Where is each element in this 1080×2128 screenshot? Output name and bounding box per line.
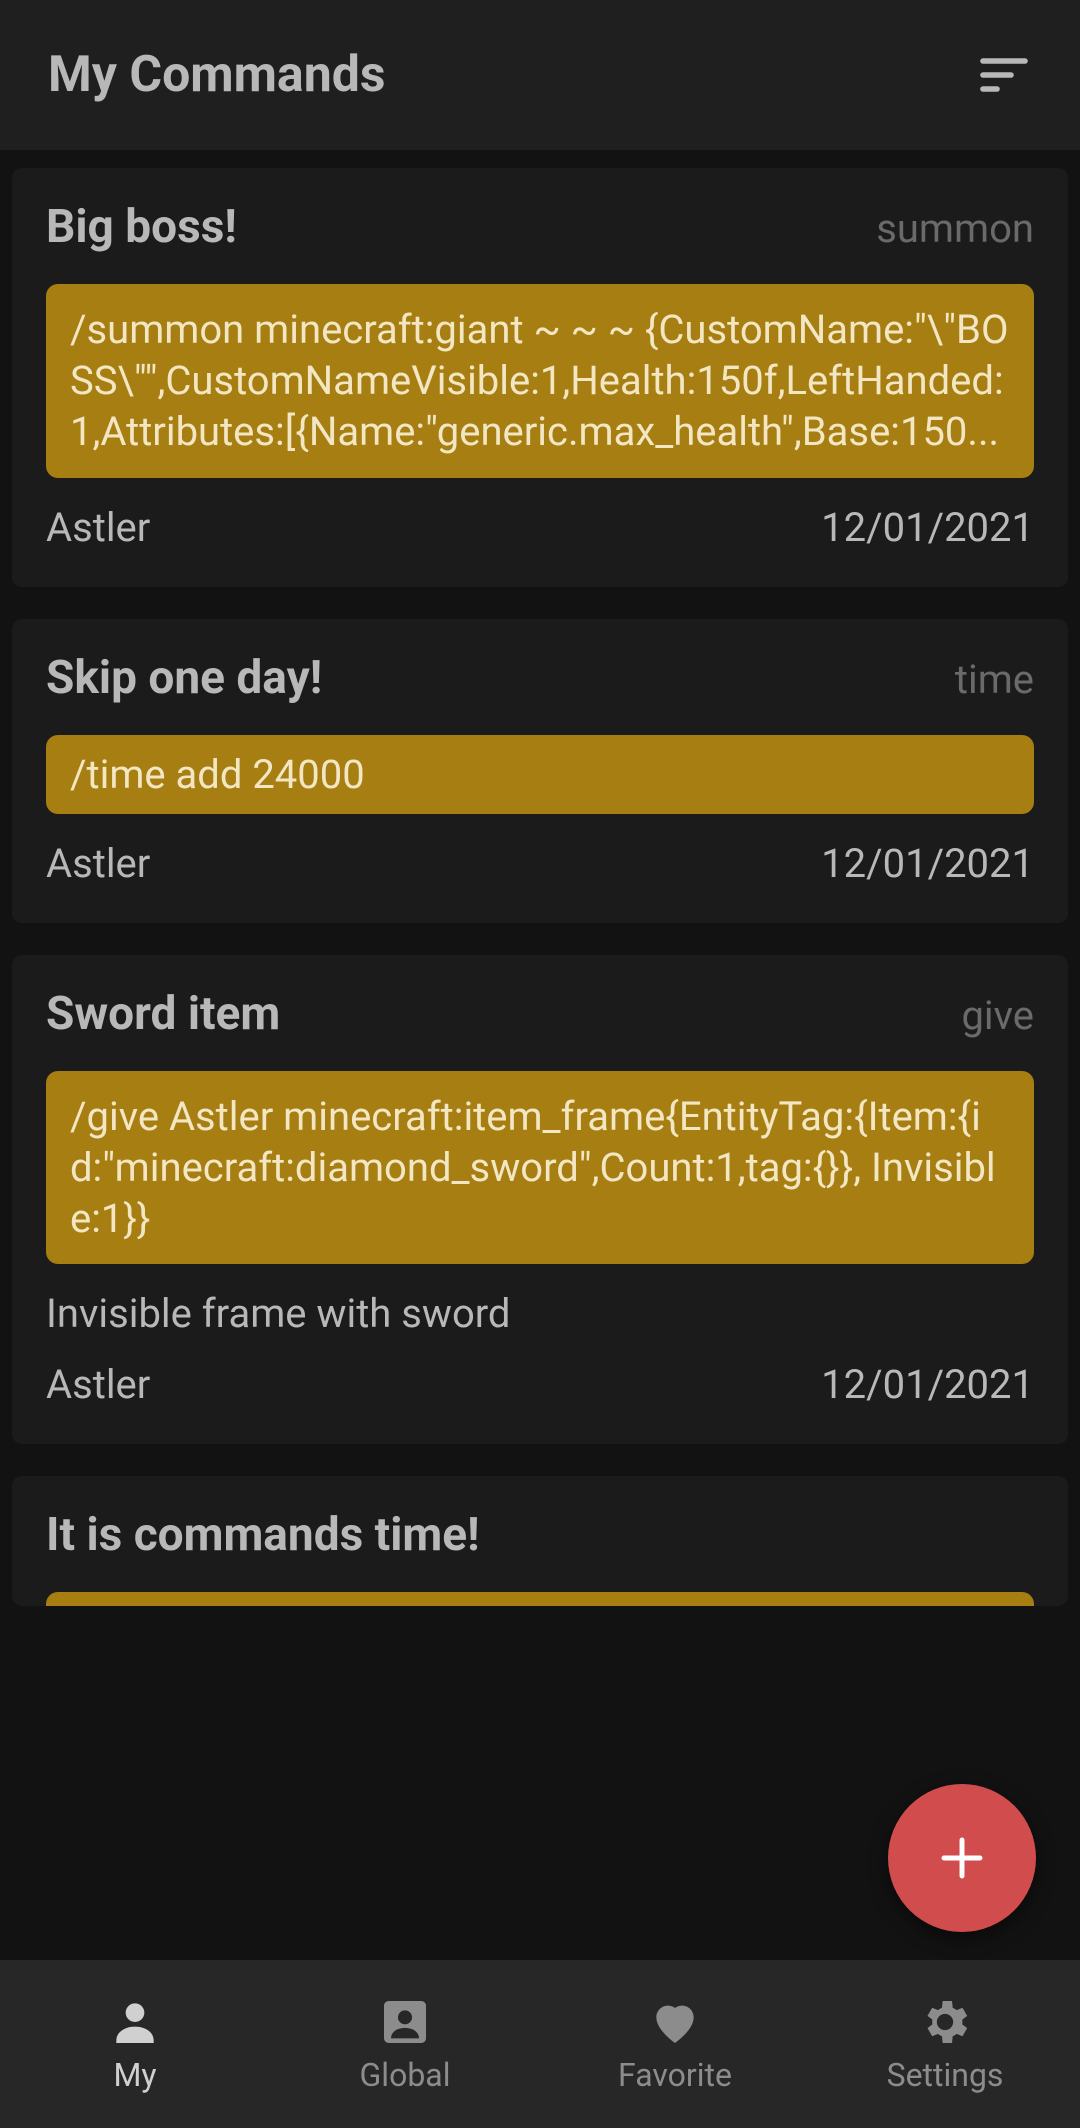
card-title: Big boss! xyxy=(46,200,237,254)
nav-label: Settings xyxy=(887,2056,1004,2094)
account-box-icon xyxy=(377,1994,433,2050)
command-card[interactable]: It is commands time! xyxy=(12,1476,1068,1606)
page-title: My Commands xyxy=(48,46,386,104)
card-title: Sword item xyxy=(46,987,280,1041)
card-header: Big boss! summon xyxy=(46,200,1034,254)
card-header: Skip one day! time xyxy=(46,651,1034,705)
command-code[interactable]: /summon minecraft:giant ~ ~ ~ {CustomNam… xyxy=(46,284,1034,478)
nav-label: Global xyxy=(360,2056,451,2094)
sort-icon[interactable] xyxy=(976,47,1032,103)
card-date: 12/01/2021 xyxy=(821,840,1034,887)
card-footer: Astler 12/01/2021 xyxy=(46,1361,1034,1408)
card-tag: summon xyxy=(876,205,1034,252)
top-bar: My Commands xyxy=(0,0,1080,150)
nav-favorite[interactable]: Favorite xyxy=(540,1960,810,2128)
card-description: Invisible frame with sword xyxy=(46,1290,1034,1337)
plus-icon xyxy=(935,1831,989,1885)
card-title: It is commands time! xyxy=(46,1508,480,1562)
nav-my[interactable]: My xyxy=(0,1960,270,2128)
card-header: Sword item give xyxy=(46,987,1034,1041)
card-header: It is commands time! xyxy=(46,1508,1034,1562)
command-card[interactable]: Skip one day! time /time add 24000 Astle… xyxy=(12,619,1068,923)
nav-global[interactable]: Global xyxy=(270,1960,540,2128)
command-card[interactable]: Big boss! summon /summon minecraft:giant… xyxy=(12,168,1068,587)
card-tag: give xyxy=(961,992,1034,1039)
command-code[interactable]: /give Astler minecraft:item_frame{Entity… xyxy=(46,1071,1034,1265)
command-code[interactable]: /time add 24000 xyxy=(46,735,1034,814)
card-date: 12/01/2021 xyxy=(821,1361,1034,1408)
card-author: Astler xyxy=(46,1361,150,1408)
card-footer: Astler 12/01/2021 xyxy=(46,504,1034,551)
card-tag: time xyxy=(955,656,1034,703)
content-scroll[interactable]: Big boss! summon /summon minecraft:giant… xyxy=(0,150,1080,1960)
nav-label: My xyxy=(113,2056,156,2094)
add-button[interactable] xyxy=(888,1784,1036,1932)
heart-icon xyxy=(647,1994,703,2050)
nav-label: Favorite xyxy=(618,2056,732,2094)
gear-icon xyxy=(917,1994,973,2050)
card-author: Astler xyxy=(46,840,150,887)
card-date: 12/01/2021 xyxy=(821,504,1034,551)
card-author: Astler xyxy=(46,504,150,551)
card-footer: Astler 12/01/2021 xyxy=(46,840,1034,887)
person-icon xyxy=(107,1994,163,2050)
card-title: Skip one day! xyxy=(46,651,322,705)
bottom-nav: My Global Favorite Settings xyxy=(0,1960,1080,2128)
nav-settings[interactable]: Settings xyxy=(810,1960,1080,2128)
command-card[interactable]: Sword item give /give Astler minecraft:i… xyxy=(12,955,1068,1445)
command-code[interactable] xyxy=(46,1592,1034,1606)
